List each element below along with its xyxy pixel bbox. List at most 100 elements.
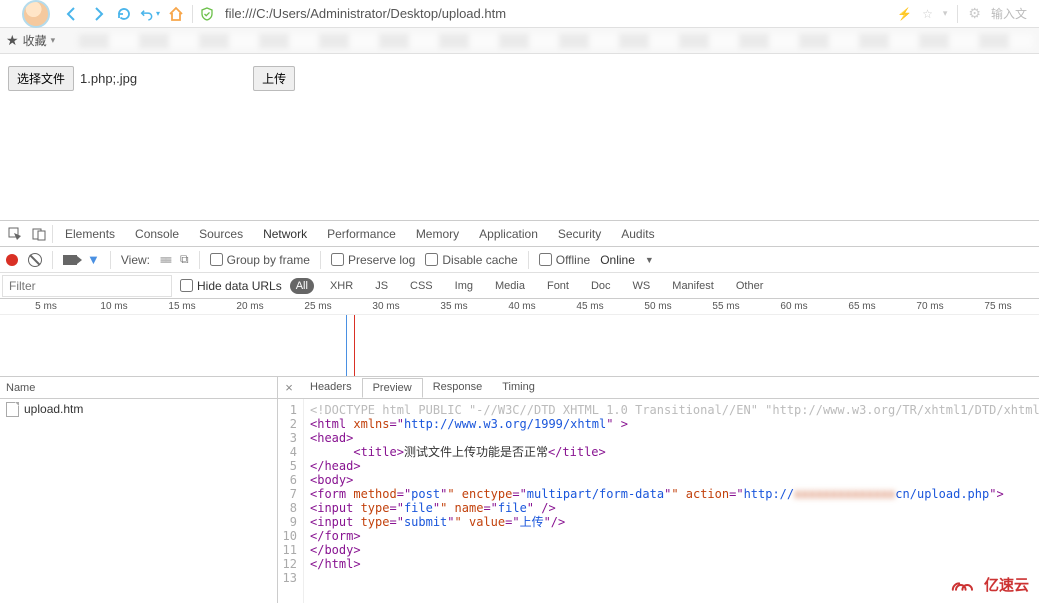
timeline-tick: 65 ms <box>848 301 875 312</box>
paw-icon[interactable]: ⚙ <box>968 5 981 22</box>
detail-tab-response[interactable]: Response <box>423 378 493 397</box>
timeline-tick: 55 ms <box>712 301 739 312</box>
load-line <box>354 315 355 377</box>
detail-tab-timing[interactable]: Timing <box>492 378 545 397</box>
filter-type-list: All XHR JS CSS Img Media Font Doc WS Manifest Othe… <box>290 278 770 294</box>
hide-data-urls-checkbox[interactable]: Hide data URLs <box>180 279 282 293</box>
request-name: upload.htm <box>24 402 83 416</box>
separator <box>192 5 193 23</box>
filter-type-doc[interactable]: Doc <box>585 278 617 294</box>
bookmarks-bar: ★ 收藏 ▾ <box>0 28 1039 54</box>
request-list: Name upload.htm <box>0 377 278 603</box>
filter-icon[interactable]: ▼ <box>87 252 100 267</box>
chevron-down-icon: ▼ <box>645 255 654 265</box>
timeline-tick: 20 ms <box>236 301 263 312</box>
devtools-tab-application[interactable]: Application <box>469 223 548 245</box>
devtools: ElementsConsoleSourcesNetworkPerformance… <box>0 220 1039 603</box>
timeline-tick: 30 ms <box>372 301 399 312</box>
timeline-tick: 75 ms <box>984 301 1011 312</box>
inspect-icon[interactable] <box>6 225 24 243</box>
filter-type-img[interactable]: Img <box>449 278 479 294</box>
filter-type-ws[interactable]: WS <box>627 278 657 294</box>
record-icon[interactable] <box>6 254 18 266</box>
devtools-tab-network[interactable]: Network <box>253 223 317 245</box>
network-toolbar: ▼ View: ≡≡ ⧉ Group by frame Preserve log… <box>0 247 1039 273</box>
filter-row: Hide data URLs All XHR JS CSS Img Media Font Do… <box>0 273 1039 299</box>
filter-type-media[interactable]: Media <box>489 278 531 294</box>
timeline-tick: 10 ms <box>100 301 127 312</box>
filter-type-xhr[interactable]: XHR <box>324 278 359 294</box>
upload-button[interactable]: 上传 <box>253 66 295 91</box>
choose-file-button[interactable]: 选择文件 <box>8 66 74 91</box>
back-icon[interactable] <box>62 4 82 24</box>
offline-checkbox[interactable]: Offline <box>539 253 590 267</box>
filter-input[interactable] <box>2 275 172 297</box>
bottom-panel: Name upload.htm × HeadersPreviewResponse… <box>0 377 1039 603</box>
browser-toolbar: ▾ ⚡ ☆ ▾ ⚙ 输入文 <box>0 0 1039 28</box>
timeline-tick: 25 ms <box>304 301 331 312</box>
devtools-tab-performance[interactable]: Performance <box>317 223 406 245</box>
forward-icon[interactable] <box>88 4 108 24</box>
devtools-tab-audits[interactable]: Audits <box>611 223 664 245</box>
devtools-tab-security[interactable]: Security <box>548 223 611 245</box>
filter-type-manifest[interactable]: Manifest <box>666 278 720 294</box>
close-icon[interactable]: × <box>278 380 300 395</box>
detail-tabs: × HeadersPreviewResponseTiming <box>278 377 1039 399</box>
blurred-bookmarks <box>79 34 1033 48</box>
clear-icon[interactable] <box>28 253 42 267</box>
url-input[interactable] <box>221 6 885 21</box>
devtools-tab-bar: ElementsConsoleSourcesNetworkPerformance… <box>0 221 1039 247</box>
preserve-log-checkbox[interactable]: Preserve log <box>331 253 415 267</box>
request-row[interactable]: upload.htm <box>0 399 277 419</box>
filter-type-js[interactable]: JS <box>369 278 394 294</box>
star-icon[interactable]: ☆ <box>922 7 933 21</box>
shield-icon <box>199 6 215 22</box>
home-icon[interactable] <box>166 4 186 24</box>
search-placeholder: 输入文 <box>991 5 1027 22</box>
avatar[interactable] <box>6 0 56 28</box>
name-column-header[interactable]: Name <box>0 377 277 399</box>
devtools-tab-sources[interactable]: Sources <box>189 223 253 245</box>
filter-type-all[interactable]: All <box>290 278 314 294</box>
preview-code: 12345678910111213 <!DOCTYPE html PUBLIC … <box>278 399 1039 603</box>
camera-icon[interactable] <box>63 255 77 265</box>
view-label: View: <box>121 253 150 267</box>
devtools-tab-elements[interactable]: Elements <box>55 223 125 245</box>
timeline-tick: 15 ms <box>168 301 195 312</box>
page-content: 选择文件 1.php;.jpg 上传 <box>0 54 1039 220</box>
detail-tab-headers[interactable]: Headers <box>300 378 362 397</box>
domcontentloaded-line <box>346 315 347 377</box>
file-icon <box>6 402 19 417</box>
devtools-tab-memory[interactable]: Memory <box>406 223 469 245</box>
devtools-tab-console[interactable]: Console <box>125 223 189 245</box>
disable-cache-checkbox[interactable]: Disable cache <box>425 253 517 267</box>
timeline-tick: 50 ms <box>644 301 671 312</box>
reload-icon[interactable] <box>114 4 134 24</box>
filter-type-font[interactable]: Font <box>541 278 575 294</box>
line-gutter: 12345678910111213 <box>278 399 304 603</box>
timeline-tick: 35 ms <box>440 301 467 312</box>
device-icon[interactable] <box>30 225 48 243</box>
timeline-tick: 60 ms <box>780 301 807 312</box>
lightning-icon[interactable]: ⚡ <box>897 7 912 21</box>
request-detail: × HeadersPreviewResponseTiming 123456789… <box>278 377 1039 603</box>
timeline[interactable]: 5 ms 10 ms 15 ms 20 ms 25 ms 30 ms 35 ms 40 ms 4… <box>0 299 1039 377</box>
filter-type-other[interactable]: Other <box>730 278 770 294</box>
group-by-frame-checkbox[interactable]: Group by frame <box>210 253 310 267</box>
undo-icon[interactable]: ▾ <box>140 4 160 24</box>
timeline-tick: 5 ms <box>35 301 57 312</box>
timeline-tick: 70 ms <box>916 301 943 312</box>
favorites-star-icon[interactable]: ★ <box>6 32 19 49</box>
large-rows-icon[interactable]: ≡≡ <box>160 253 170 267</box>
detail-tab-preview[interactable]: Preview <box>362 378 423 398</box>
filter-type-css[interactable]: CSS <box>404 278 439 294</box>
timeline-tick: 45 ms <box>576 301 603 312</box>
waterfall-icon[interactable]: ⧉ <box>180 252 189 267</box>
timeline-tick: 40 ms <box>508 301 535 312</box>
favorites-label[interactable]: 收藏 <box>23 32 47 49</box>
watermark: 亿速云 <box>948 574 1029 595</box>
code-lines[interactable]: <!DOCTYPE html PUBLIC "-//W3C//DTD XHTML… <box>304 399 1039 603</box>
selected-filename: 1.php;.jpg <box>80 71 137 86</box>
toolbar-right: ⚡ ☆ ▾ ⚙ 输入文 <box>891 5 1033 23</box>
throttling-select[interactable]: Online <box>600 253 635 267</box>
